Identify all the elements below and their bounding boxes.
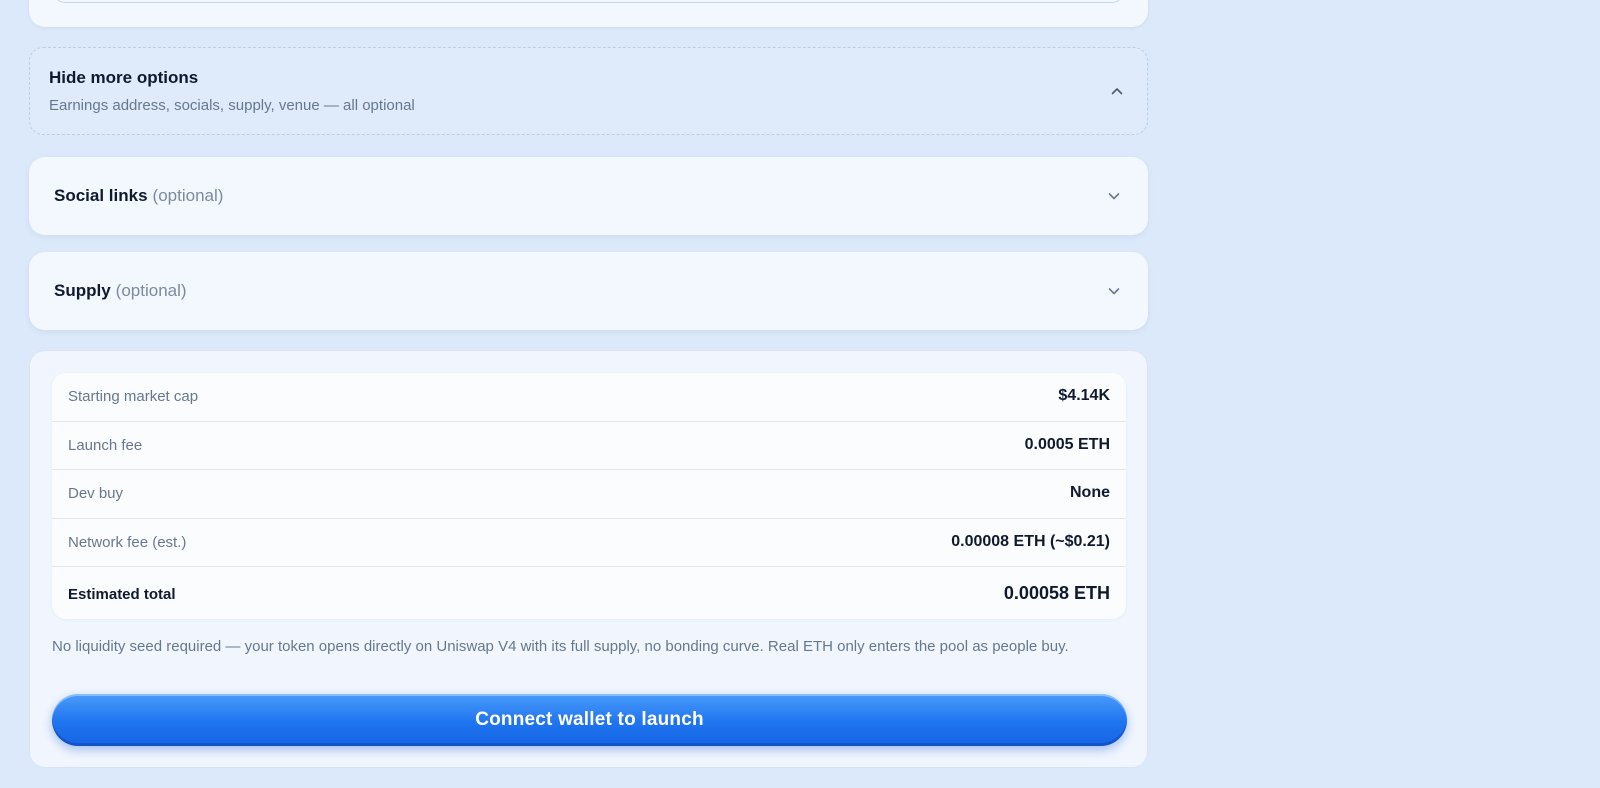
chevron-down-icon xyxy=(1108,288,1120,295)
estimated-total-value: 0.00058 ETH xyxy=(1003,583,1110,603)
fee-row-market-cap: Starting market cap $4.14K xyxy=(52,373,1126,422)
fee-row-value: 0.00008 ETH (~$0.21) xyxy=(951,532,1110,550)
fee-row-dev-buy: Dev buy None xyxy=(52,470,1126,519)
connect-wallet-button[interactable]: Connect wallet to launch xyxy=(52,694,1127,746)
fee-row-label: Starting market cap xyxy=(68,388,199,405)
fee-row-estimated-total: Estimated total 0.00058 ETH xyxy=(52,567,1126,619)
supply-label: Supply (optional) xyxy=(54,281,187,301)
fee-row-value: $4.14K xyxy=(1058,387,1110,404)
fee-row-value: 0.0005 ETH xyxy=(1024,435,1110,453)
social-links-optional-tag: (optional) xyxy=(152,186,224,205)
hide-more-options-toggle[interactable]: Hide more options Earnings address, soci… xyxy=(29,47,1148,135)
more-options-title: Hide more options xyxy=(49,68,199,87)
liquidity-note: No liquidity seed required — your token … xyxy=(52,638,1069,655)
social-links-label: Social links (optional) xyxy=(54,186,223,206)
fee-summary-table: Starting market cap $4.14K Launch fee 0.… xyxy=(52,373,1126,619)
more-options-subtitle: Earnings address, socials, supply, venue… xyxy=(49,97,415,114)
fee-row-value: None xyxy=(1070,484,1110,501)
supply-optional-tag: (optional) xyxy=(115,281,187,300)
chevron-down-icon xyxy=(1108,193,1120,200)
previous-input-edge xyxy=(53,0,1124,3)
fee-row-launch-fee: Launch fee 0.0005 ETH xyxy=(52,422,1126,470)
supply-section[interactable]: Supply (optional) xyxy=(29,252,1148,330)
fee-row-label: Dev buy xyxy=(68,485,124,502)
fee-row-label: Estimated total xyxy=(68,586,176,603)
fee-row-label: Launch fee xyxy=(68,436,143,454)
launch-form-page: Hide more options Earnings address, soci… xyxy=(0,0,1600,788)
launch-summary-card: Starting market cap $4.14K Launch fee 0.… xyxy=(29,350,1148,768)
supply-title: Supply xyxy=(54,281,111,300)
fee-row-label: Network fee (est.) xyxy=(68,533,187,551)
previous-section-card xyxy=(29,0,1148,27)
fee-row-network-fee: Network fee (est.) 0.00008 ETH (~$0.21) xyxy=(52,519,1126,567)
chevron-up-icon xyxy=(1111,88,1123,95)
social-links-section[interactable]: Social links (optional) xyxy=(29,157,1148,235)
social-links-title: Social links xyxy=(54,186,148,205)
